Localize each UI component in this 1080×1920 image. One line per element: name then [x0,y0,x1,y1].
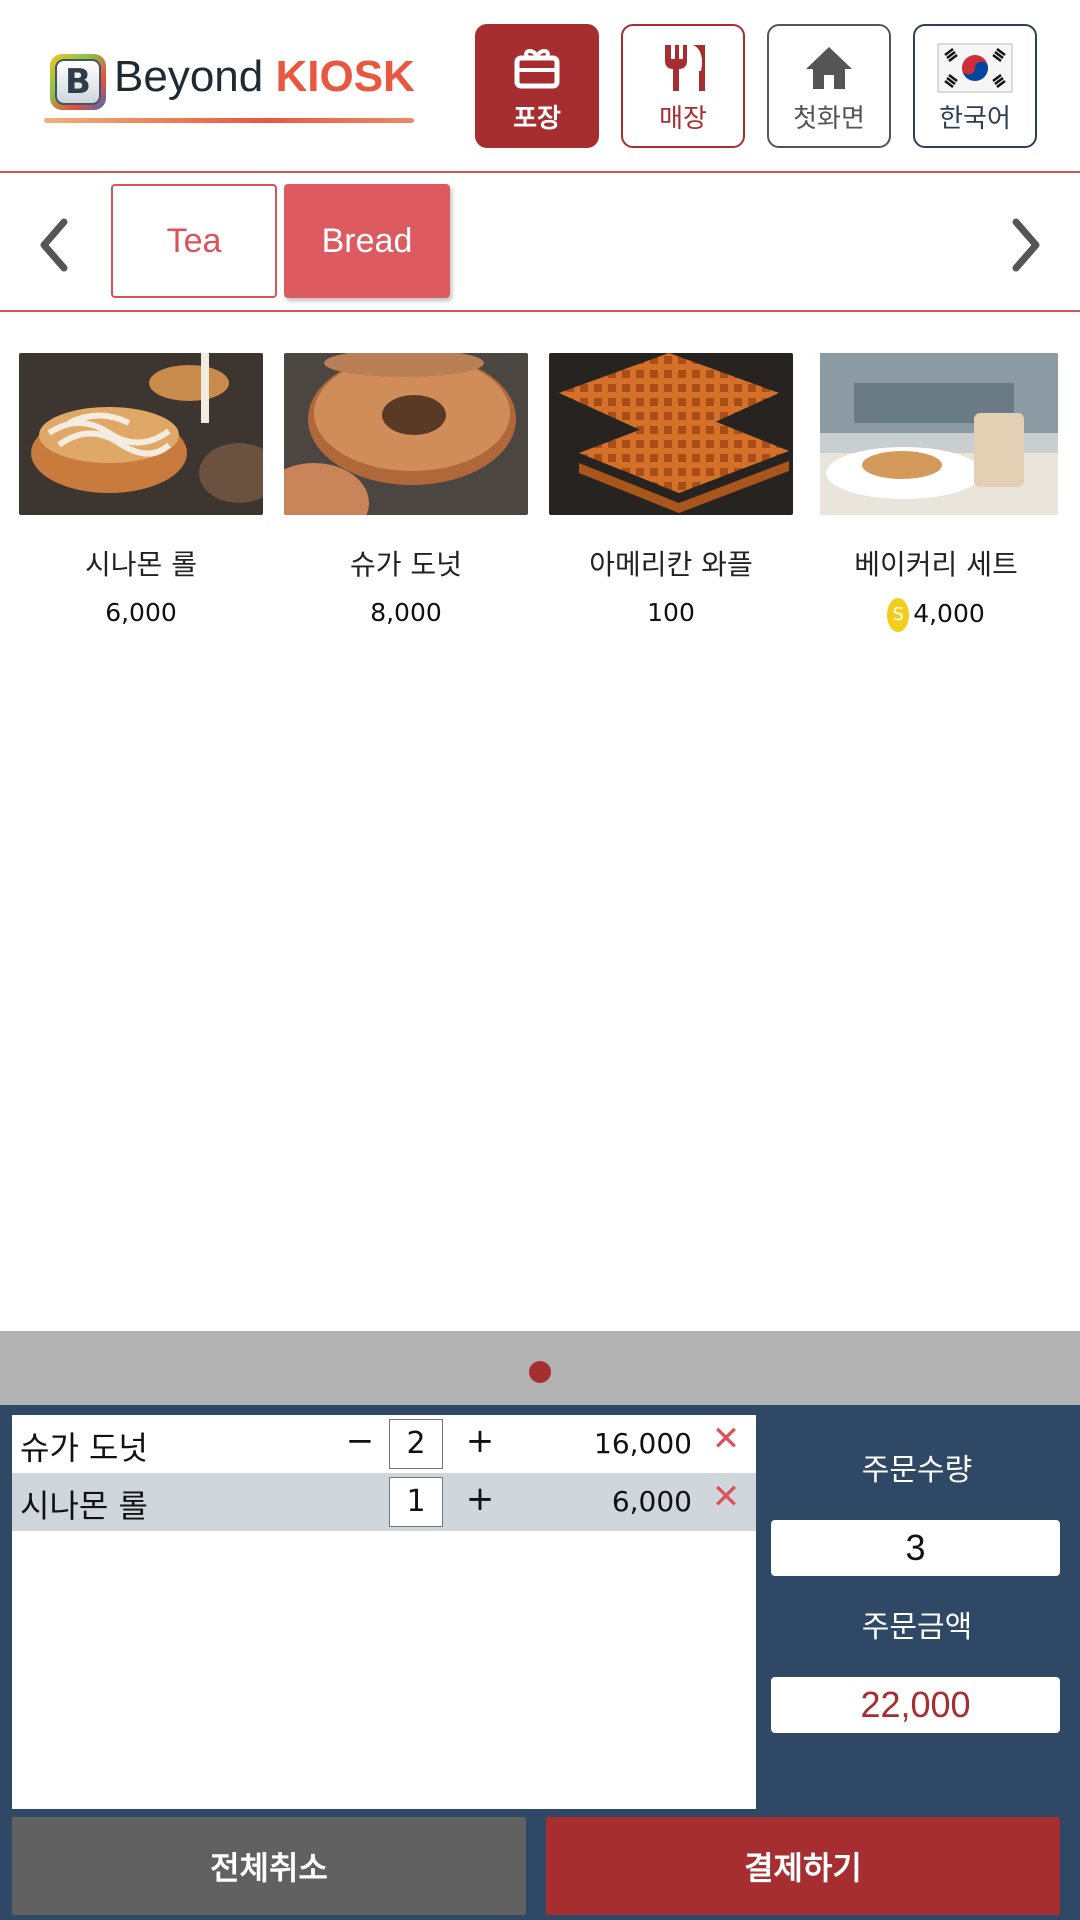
product-name: 아메리칸 와플 [589,548,753,581]
home-icon [769,42,889,94]
remove-item-icon[interactable]: ✕ [706,1419,746,1467]
brand-name-beyond: Beyond [114,52,276,101]
product-image-american-waffle [549,353,793,515]
product-card-bakery-set[interactable]: 베이커리 세트 S 4,000 [814,353,1058,653]
logo-letter: B [55,59,101,105]
order-amount-label: 주문금액 [861,1610,973,1645]
remove-item-icon[interactable]: ✕ [706,1477,746,1525]
order-item-amount: 16,000 [594,1427,692,1460]
dine-in-label: 매장 [659,104,707,134]
product-price: S 4,000 [814,598,1058,632]
pay-button[interactable]: 결제하기 [546,1817,1060,1915]
product-price: 8,000 [284,598,528,627]
quantity-value: 2 [389,1419,443,1469]
category-tab-bread[interactable]: Bread [284,184,450,298]
decrease-quantity-button[interactable]: − [342,1421,378,1465]
product-card-american-waffle[interactable]: 아메리칸 와플 100 [549,353,793,653]
order-item-amount: 6,000 [611,1485,692,1518]
order-row-cinnamon-roll: 시나몬 롤 1 + 6,000 ✕ [12,1473,756,1531]
brand-name: Beyond KIOSK [114,52,415,102]
language-label: 한국어 [939,104,1011,134]
product-image-cinnamon-roll [19,353,263,515]
order-quantity-total: 3 [771,1520,1060,1576]
order-item-name: 슈가 도넛 [20,1429,148,1467]
product-name: 시나몬 롤 [85,548,197,581]
chevron-right-icon[interactable] [1002,215,1052,275]
cancel-all-button[interactable]: 전체취소 [12,1817,526,1915]
page-indicator [0,1331,1080,1405]
takeout-button[interactable]: 포장 [475,24,599,148]
coin-icon: S [887,598,910,632]
price-value: 100 [647,598,695,627]
product-price: 100 [549,598,793,627]
home-label: 첫화면 [793,104,865,134]
home-button[interactable]: 첫화면 [767,24,891,148]
order-amount-total: 22,000 [771,1677,1060,1733]
category-tab-tea[interactable]: Tea [111,184,277,298]
fork-knife-icon [623,42,743,94]
order-list: 슈가 도넛 − 2 + 16,000 ✕ 시나몬 롤 1 + 6,000 ✕ [12,1415,756,1809]
order-panel: 슈가 도넛 − 2 + 16,000 ✕ 시나몬 롤 1 + 6,000 ✕ 주… [0,1405,1080,1920]
logo-badge: B [50,54,106,110]
increase-quantity-button[interactable]: + [462,1479,498,1523]
dine-in-button[interactable]: 매장 [621,24,745,148]
increase-quantity-button[interactable]: + [462,1421,498,1465]
category-bar: Tea Bread [0,175,1080,312]
product-price: 6,000 [19,598,263,627]
takeout-label: 포장 [513,104,561,134]
language-button[interactable]: 한국어 [913,24,1037,148]
product-image-bakery-set [814,353,1058,515]
order-item-name: 시나몬 롤 [20,1487,148,1525]
brand-name-kiosk: KIOSK [275,52,415,101]
product-name: 슈가 도넛 [350,548,462,581]
order-quantity-label: 주문수량 [861,1453,973,1488]
korea-flag-icon [915,42,1035,94]
header: B Beyond KIOSK 포장 매장 첫화면 한국어 [0,0,1080,173]
product-card-cinnamon-roll[interactable]: 시나몬 롤 6,000 [19,353,263,653]
quantity-value: 1 [389,1477,443,1527]
price-value: 6,000 [105,598,177,627]
takeout-bag-icon [477,42,597,94]
order-row-sugar-donut: 슈가 도넛 − 2 + 16,000 ✕ [12,1415,756,1473]
price-value: 4,000 [913,599,985,628]
product-card-sugar-donut[interactable]: 슈가 도넛 8,000 [284,353,528,653]
page-dot-active[interactable] [529,1361,551,1383]
price-value: 8,000 [370,598,442,627]
logo-underline [44,118,414,123]
brand-logo: B Beyond KIOSK [40,44,420,134]
product-name: 베이커리 세트 [854,548,1018,581]
chevron-left-icon[interactable] [28,215,78,275]
product-image-sugar-donut [284,353,528,515]
